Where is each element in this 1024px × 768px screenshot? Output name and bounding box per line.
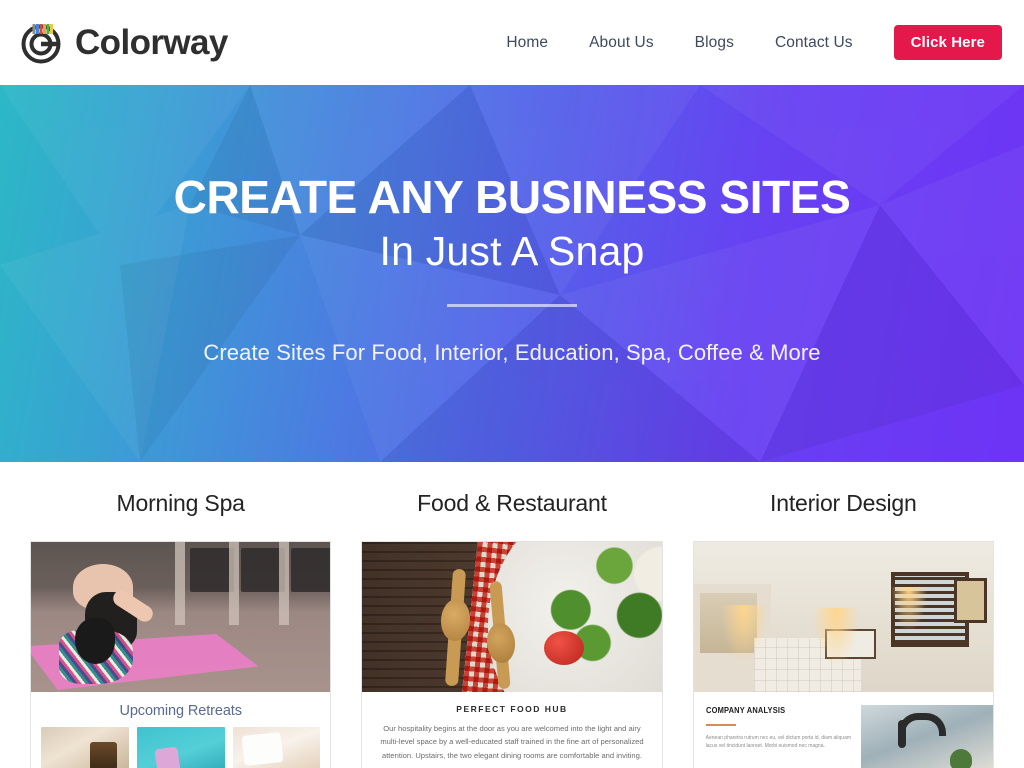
brand-name: Colorway xyxy=(75,23,228,62)
click-here-button[interactable]: Click Here xyxy=(893,25,1002,60)
template-showcase: Morning Spa Upcoming Retreats Food & Res… xyxy=(0,462,1024,768)
card-preview-frame[interactable]: COMPANY ANALYSIS Aenean pharetra rutrum … xyxy=(692,541,994,768)
hero-banner: CREATE ANY BUSINESS SITES In Just A Snap… xyxy=(0,85,1024,462)
site-header: Colorway Home About Us Blogs Contact Us … xyxy=(0,0,1024,85)
brand-logo[interactable]: Colorway xyxy=(18,20,228,66)
hero-title: CREATE ANY BUSINESS SITES xyxy=(173,171,851,223)
food-preview-body: Our hospitality begins at the door as yo… xyxy=(380,724,644,760)
card-title: Interior Design xyxy=(770,490,917,516)
nav-item-home[interactable]: Home xyxy=(506,34,548,52)
food-preview-heading: PERFECT FOOD HUB xyxy=(456,704,568,714)
spa-bath-salts-thumb-image xyxy=(136,727,225,768)
spa-yoga-photo xyxy=(31,542,331,692)
spa-preview-caption: Upcoming Retreats xyxy=(119,703,242,719)
interior-preview-body: Aenean pharetra rutrum nec eu, vel dictu… xyxy=(705,735,852,750)
hero-divider xyxy=(447,304,577,308)
nav-item-about-us[interactable]: About Us xyxy=(589,34,654,52)
main-navigation: Home About Us Blogs Contact Us Click Her… xyxy=(506,25,1002,60)
card-preview-frame[interactable]: PERFECT FOOD HUB Our hospitality begins … xyxy=(361,541,663,768)
interior-kitchen-thumb-image xyxy=(861,705,993,768)
spa-thumbnail-row xyxy=(31,727,330,768)
interior-room-photo xyxy=(693,542,993,692)
card-title: Morning Spa xyxy=(116,490,245,516)
template-card-interior-design[interactable]: Interior Design COMPANY ANALYSIS Aenean … xyxy=(692,490,994,768)
interior-heading-rule xyxy=(705,724,736,726)
nav-item-contact-us[interactable]: Contact Us xyxy=(775,34,853,52)
colorway-circle-logo-icon xyxy=(18,20,64,66)
nav-item-blogs[interactable]: Blogs xyxy=(695,34,734,52)
food-plate-photo xyxy=(362,542,662,692)
spa-towels-thumb-image xyxy=(232,727,321,768)
template-card-morning-spa[interactable]: Morning Spa Upcoming Retreats xyxy=(30,490,332,768)
hero-tagline: Create Sites For Food, Interior, Educati… xyxy=(203,340,821,366)
template-card-food-restaurant[interactable]: Food & Restaurant PERFECT FOOD HUB Our h… xyxy=(361,490,663,768)
spa-candle-thumb-image xyxy=(41,727,129,768)
interior-preview-heading: COMPANY ANALYSIS xyxy=(705,705,785,715)
card-preview-frame[interactable]: Upcoming Retreats xyxy=(30,541,332,768)
card-title: Food & Restaurant xyxy=(417,490,607,516)
hero-subtitle: In Just A Snap xyxy=(379,228,645,275)
